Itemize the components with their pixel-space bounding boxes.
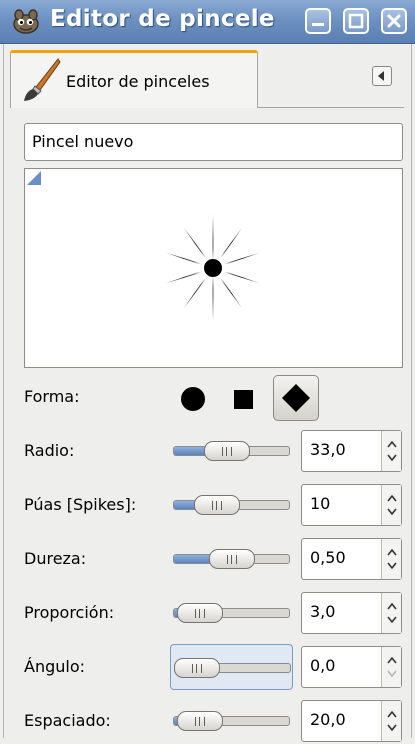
param-value[interactable]: 10: [310, 494, 330, 513]
param-value[interactable]: 0,50: [310, 548, 346, 567]
tab-menu-button[interactable]: [372, 66, 392, 86]
arrow-down-icon[interactable]: [387, 562, 397, 570]
param-label: Púas [Spikes]:: [24, 495, 137, 514]
star-spike: [157, 269, 208, 286]
star-spike: [212, 210, 214, 263]
arrow-down-icon[interactable]: [387, 508, 397, 516]
param-label: Ángulo:: [24, 657, 86, 676]
param-slider[interactable]: [170, 428, 293, 474]
param-slider[interactable]: [170, 590, 293, 636]
spin-arrows[interactable]: [381, 593, 401, 633]
grip-icon: [194, 609, 205, 618]
star-spike: [215, 272, 248, 315]
spin-arrows[interactable]: [381, 431, 401, 471]
param-slider[interactable]: [170, 698, 293, 744]
slider-thumb[interactable]: [176, 711, 223, 731]
slider-thumb[interactable]: [204, 441, 251, 461]
arrow-up-icon[interactable]: [387, 656, 397, 664]
param-value[interactable]: 0,0: [310, 656, 335, 675]
star-spike: [218, 250, 269, 267]
spin-arrows[interactable]: [381, 539, 401, 579]
grip-icon: [226, 555, 237, 564]
title-bar[interactable]: Editor de pincele: [0, 0, 415, 44]
window-title: Editor de pincele: [50, 6, 275, 32]
param-spinbutton[interactable]: 3,0: [301, 592, 402, 634]
param-slider[interactable]: [170, 536, 293, 582]
circle-icon: [181, 387, 205, 411]
param-spinbutton[interactable]: 33,0: [301, 430, 402, 472]
resize-grip-icon[interactable]: [25, 169, 41, 185]
arrow-down-icon[interactable]: [387, 670, 397, 678]
param-value[interactable]: 20,0: [310, 710, 346, 729]
star-spike: [178, 272, 211, 315]
param-spinbutton[interactable]: 0,50: [301, 538, 402, 580]
param-spinbutton[interactable]: 0,0: [301, 646, 402, 688]
param-value[interactable]: 3,0: [310, 602, 335, 621]
param-slider[interactable]: [170, 644, 293, 690]
slider-thumb[interactable]: [208, 549, 255, 569]
paintbrush-icon: [24, 58, 61, 101]
close-icon: [387, 14, 401, 28]
arrow-up-icon[interactable]: [387, 548, 397, 556]
minimize-icon: [312, 23, 324, 26]
tab-divider: [258, 107, 404, 108]
star-spike: [218, 269, 269, 286]
close-button[interactable]: [381, 8, 407, 34]
grip-icon: [194, 717, 205, 726]
brush-star-preview: [157, 210, 269, 326]
arrow-down-icon[interactable]: [387, 616, 397, 624]
param-label: Radio:: [24, 441, 75, 460]
param-spinbutton[interactable]: 20,0: [301, 700, 402, 742]
tab-label: Editor de pinceles: [66, 72, 210, 91]
arrow-down-icon[interactable]: [387, 454, 397, 462]
tab-accent: [10, 50, 258, 53]
param-spinbutton[interactable]: 10: [301, 484, 402, 526]
grip-icon: [212, 501, 223, 510]
slider-thumb[interactable]: [176, 603, 223, 623]
arrow-up-icon[interactable]: [387, 602, 397, 610]
param-label: Proporción:: [24, 603, 115, 622]
param-value[interactable]: 33,0: [310, 440, 346, 459]
spin-arrows[interactable]: [381, 647, 401, 687]
star-spike: [212, 273, 214, 326]
arrow-down-icon[interactable]: [387, 724, 397, 732]
shape-diamond-button[interactable]: [273, 375, 319, 421]
minimize-button[interactable]: [305, 8, 331, 34]
brush-preview: [24, 168, 403, 368]
slider-fill: [174, 555, 214, 563]
spin-arrows[interactable]: [381, 701, 401, 741]
star-spike: [215, 221, 248, 264]
spin-arrows[interactable]: [381, 485, 401, 525]
maximize-button[interactable]: [343, 8, 369, 34]
star-spike: [178, 221, 211, 264]
maximize-icon: [348, 13, 364, 29]
shape-circle-button[interactable]: [170, 375, 216, 421]
grip-icon: [222, 447, 233, 456]
param-label: Dureza:: [24, 549, 87, 568]
star-spike: [157, 250, 208, 267]
param-slider[interactable]: [170, 482, 293, 528]
slider-thumb[interactable]: [194, 495, 241, 515]
shape-label: Forma:: [24, 387, 80, 406]
shape-square-button[interactable]: [221, 375, 267, 421]
square-icon: [234, 390, 253, 409]
slider-thumb[interactable]: [174, 658, 220, 678]
arrow-up-icon[interactable]: [387, 440, 397, 448]
arrow-up-icon[interactable]: [387, 494, 397, 502]
arrow-up-icon[interactable]: [387, 710, 397, 718]
gimp-icon: [13, 9, 39, 34]
grip-icon: [192, 664, 202, 673]
diamond-icon: [282, 384, 310, 412]
triangle-left-icon: [378, 71, 384, 81]
param-label: Espaciado:: [24, 711, 111, 730]
brush-name-input[interactable]: Pincel nuevo: [24, 123, 403, 161]
